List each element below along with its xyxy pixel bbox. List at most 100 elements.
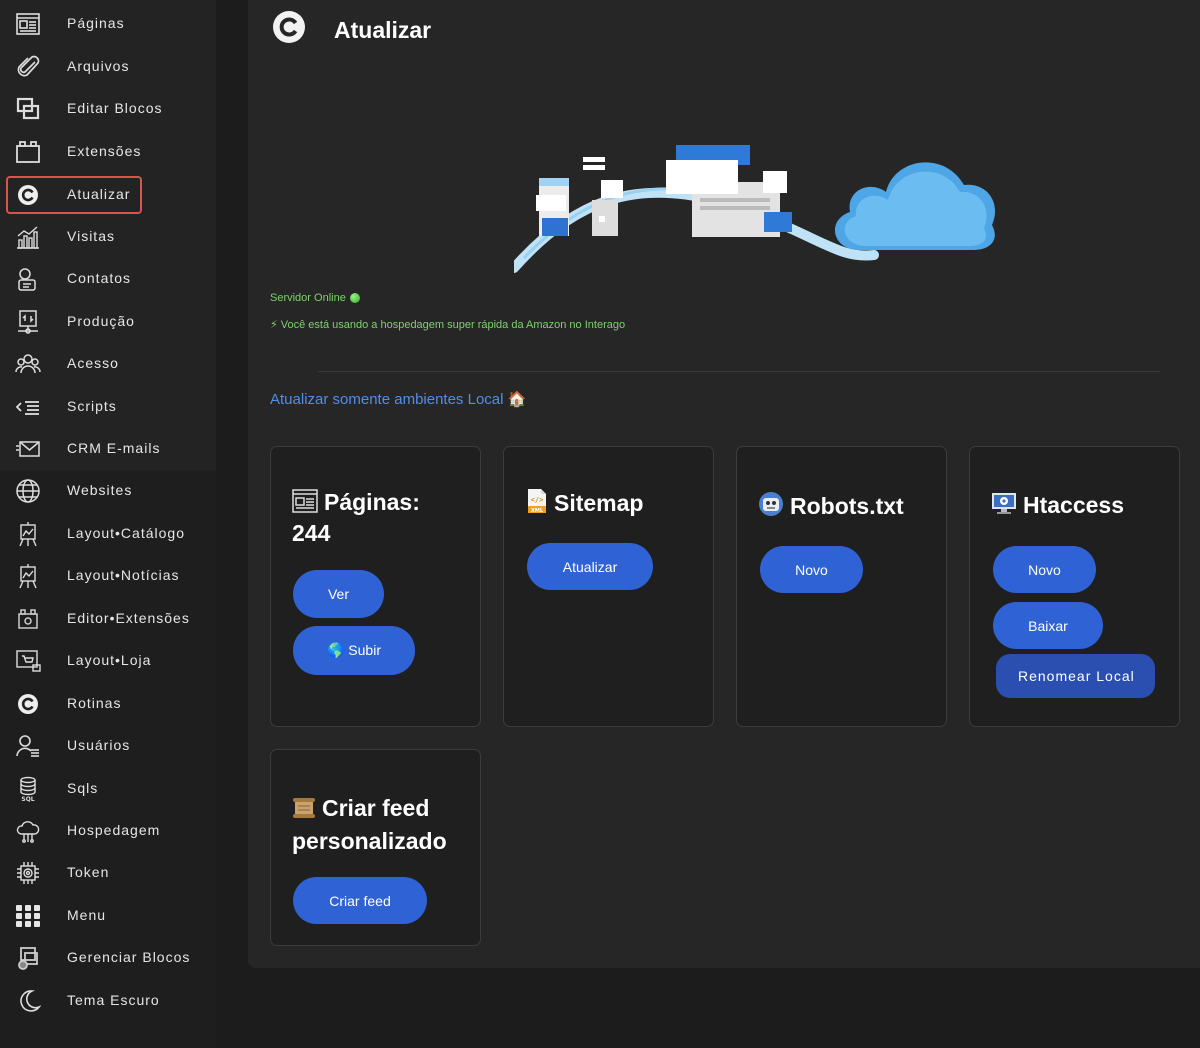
pages-count: 244: [292, 520, 331, 546]
cloud-sync-illustration: [514, 145, 996, 273]
page-header: [272, 10, 306, 44]
robots-card-heading: Robots.txt: [790, 493, 904, 519]
pages-card: Páginas: 244 Ver 🌎 Subir: [270, 446, 481, 727]
shop-icon: [14, 648, 42, 674]
sidebar-item-label: Layout•Loja: [67, 652, 152, 668]
chip-icon: [14, 860, 42, 886]
refresh-icon: [14, 691, 42, 717]
sidebar-item-atualizar[interactable]: Atualizar: [6, 176, 142, 214]
svg-text:SQL: SQL: [21, 796, 34, 802]
upload-pages-button[interactable]: 🌎 Subir: [293, 626, 415, 675]
htaccess-card-heading: Htaccess: [1023, 492, 1125, 518]
sidebar-item-label: CRM E-mails: [67, 440, 161, 456]
download-htaccess-button[interactable]: Baixar: [993, 602, 1103, 649]
paperclip-icon: [14, 54, 42, 80]
sidebar-item-contatos[interactable]: Contatos: [6, 260, 142, 298]
svg-text:XML: XML: [531, 508, 544, 514]
sidebar-item-hospedagem[interactable]: Hospedagem: [6, 812, 159, 850]
new-robots-button[interactable]: Novo: [760, 546, 863, 593]
sidebar-item-layout-catalogo[interactable]: Layout•Catálogo: [6, 515, 184, 553]
sidebar-item-label: Menu: [67, 907, 107, 923]
sidebar-item-arquivos[interactable]: Arquivos: [6, 48, 142, 86]
analytics-icon: [14, 224, 42, 250]
sidebar-item-tema-escuro[interactable]: Tema Escuro: [6, 982, 159, 1020]
view-pages-button[interactable]: Ver: [293, 570, 384, 618]
production-icon: [14, 309, 42, 335]
server-status: Servidor Online: [270, 292, 360, 304]
htaccess-card-title: Htaccess: [991, 491, 1124, 522]
sitemap-card-heading: Sitemap: [554, 490, 644, 516]
update-sitemap-button[interactable]: Atualizar: [527, 543, 653, 590]
sidebar-item-websites[interactable]: Websites: [6, 472, 142, 510]
sidebar-item-label: Gerenciar Blocos: [67, 949, 191, 965]
xml-file-icon: XML </>: [526, 488, 548, 520]
new-htaccess-button[interactable]: Novo: [993, 546, 1096, 593]
sidebar-item-label: Arquivos: [67, 58, 130, 74]
code-icon: [14, 394, 42, 420]
sidebar-item-label: Visitas: [67, 228, 115, 244]
sidebar-item-label: Atualizar: [67, 186, 131, 202]
sidebar-item-label: Editar Blocos: [67, 100, 163, 116]
pages-card-title: Páginas: 244: [292, 488, 472, 547]
sidebar-item-label: Páginas: [67, 15, 125, 31]
section-divider: [318, 371, 1160, 372]
contacts-icon: [14, 266, 42, 292]
htaccess-card: Htaccess Novo Baixar Renomear Local: [969, 446, 1180, 727]
robots-card-title: Robots.txt: [758, 491, 904, 523]
update-local-link[interactable]: Atualizar somente ambientes Local 🏠: [270, 390, 526, 408]
refresh-icon: [272, 10, 306, 44]
sidebar-item-label: Rotinas: [67, 695, 122, 711]
main-panel: Atualizar Servidor Online ⚡ Você está us…: [248, 0, 1200, 968]
sidebar-item-label: Usuários: [67, 737, 131, 753]
sidebar-item-label: Hospedagem: [67, 822, 161, 838]
sidebar-item-visitas[interactable]: Visitas: [6, 218, 142, 256]
database-icon: SQL: [14, 776, 42, 802]
sidebar-item-label: Layout•Notícias: [67, 567, 180, 583]
sidebar-item-editor-extensoes[interactable]: Editor•Extensões: [6, 600, 189, 638]
sidebar-item-label: Extensões: [67, 143, 142, 159]
sitemap-card: XML </> Sitemap Atualizar: [503, 446, 714, 727]
sidebar-item-label: Tema Escuro: [67, 992, 160, 1008]
pages-icon: [14, 11, 42, 37]
page-title: Atualizar: [334, 17, 432, 43]
status-online-dot: [349, 293, 360, 303]
sidebar-item-editar-blocos[interactable]: Editar Blocos: [6, 90, 161, 128]
sidebar-item-producao[interactable]: Produção: [6, 303, 142, 341]
grid-icon: [14, 903, 42, 929]
sidebar-item-label: Produção: [67, 313, 135, 329]
rename-local-button[interactable]: Renomear Local: [996, 654, 1155, 698]
blocks-gear-icon: [14, 945, 42, 971]
sidebar-item-label: Sqls: [67, 780, 99, 796]
sidebar-item-label: Layout•Catálogo: [67, 525, 185, 541]
users-group-icon: [14, 351, 42, 377]
extension-gear-icon: [14, 606, 42, 632]
server-status-text: Servidor Online: [270, 292, 346, 304]
sidebar-item-extensoes[interactable]: Extensões: [6, 133, 142, 171]
create-feed-button[interactable]: Criar feed: [293, 877, 427, 924]
sidebar-item-layout-noticias[interactable]: Layout•Notícias: [6, 557, 179, 595]
sidebar-item-rotinas[interactable]: Rotinas: [6, 685, 142, 723]
feed-card: Criar feed personalizado Criar feed: [270, 749, 481, 946]
sidebar-item-menu[interactable]: Menu: [6, 897, 142, 935]
pages-icon: [292, 489, 318, 519]
sidebar-item-label: Websites: [67, 482, 133, 498]
sidebar-item-layout-loja[interactable]: Layout•Loja: [6, 642, 150, 680]
sidebar-item-sqls[interactable]: SQL Sqls: [6, 770, 142, 808]
sidebar-item-label: Contatos: [67, 270, 132, 286]
mail-icon: [14, 436, 42, 462]
easel-icon: [14, 563, 42, 589]
sidebar-item-gerenciar-blocos[interactable]: Gerenciar Blocos: [6, 939, 189, 977]
sidebar-item-token[interactable]: Token: [6, 854, 142, 892]
sidebar-item-scripts[interactable]: Scripts: [6, 388, 142, 426]
sidebar-item-acesso[interactable]: Acesso: [6, 345, 142, 383]
globe-icon: [14, 478, 42, 504]
sidebar-item-crm-emails[interactable]: CRM E-mails: [6, 430, 159, 468]
cloud-icon: [14, 818, 42, 844]
pages-card-heading: Páginas:: [324, 489, 420, 515]
user-list-icon: [14, 733, 42, 759]
feed-card-title: Criar feed personalizado: [292, 793, 472, 856]
sidebar-item-paginas[interactable]: Páginas: [6, 5, 142, 43]
sidebar-item-usuarios[interactable]: Usuários: [6, 727, 142, 765]
easel-icon: [14, 521, 42, 547]
extension-icon: [14, 139, 42, 165]
